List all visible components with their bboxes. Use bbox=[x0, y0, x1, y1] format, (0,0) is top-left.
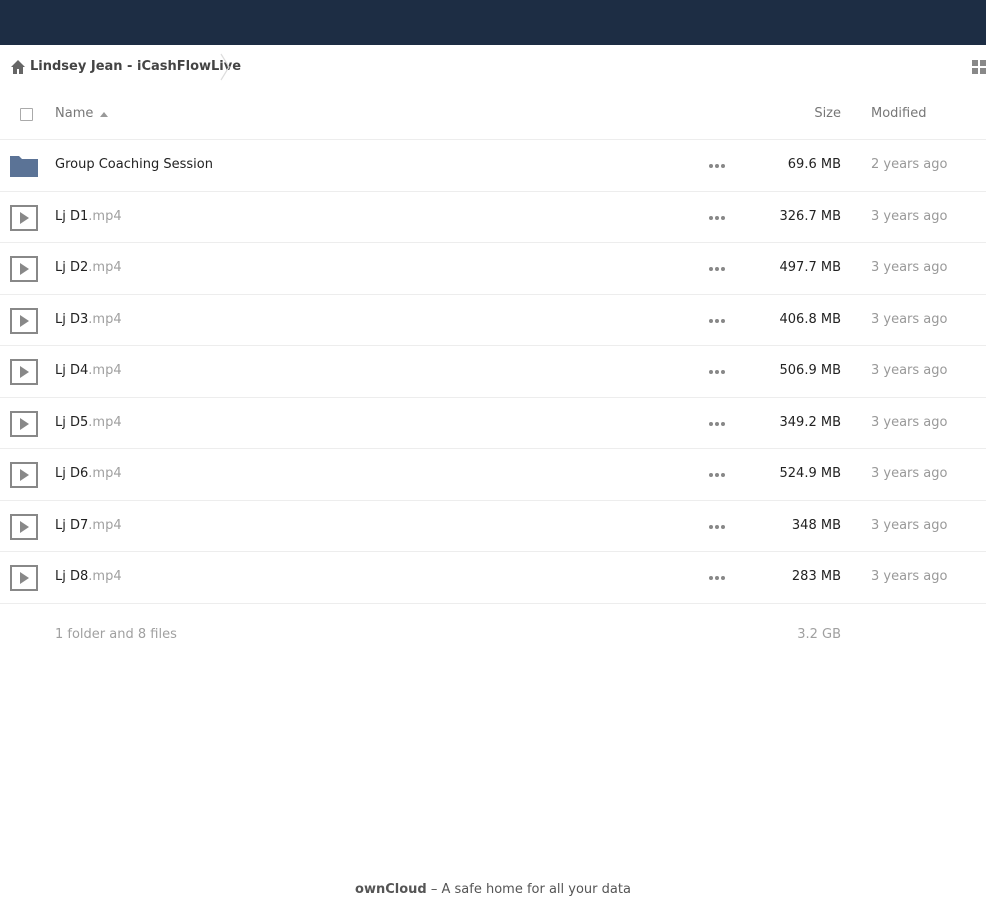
file-size: 348 MB bbox=[791, 517, 841, 533]
file-modified: 2 years ago bbox=[871, 157, 948, 172]
more-actions-icon[interactable] bbox=[709, 524, 725, 530]
file-modified: 3 years ago bbox=[871, 311, 948, 327]
file-row[interactable]: Lj D5.mp4 349.2 MB 3 years ago bbox=[0, 398, 986, 449]
file-modified: 3 years ago bbox=[871, 208, 948, 224]
file-name[interactable]: Lj D2.mp4 bbox=[55, 260, 122, 275]
more-actions-icon[interactable] bbox=[709, 369, 725, 375]
file-row[interactable]: Lj D4.mp4 506.9 MB 3 years ago bbox=[0, 346, 986, 398]
file-row[interactable]: Group Coaching Session 69.6 MB 2 years ago bbox=[0, 140, 986, 192]
more-actions-icon[interactable] bbox=[709, 215, 725, 221]
file-extension: .mp4 bbox=[88, 414, 122, 430]
file-basename: Lj D3 bbox=[55, 311, 89, 327]
file-size: 283 MB bbox=[791, 569, 841, 584]
file-size: 524.9 MB bbox=[779, 466, 841, 481]
file-basename: Group Coaching Session bbox=[55, 157, 213, 172]
top-bar bbox=[0, 0, 986, 45]
file-extension: .mp4 bbox=[88, 208, 122, 224]
summary-total-size: 3.2 GB bbox=[797, 627, 841, 642]
file-summary: 1 folder and 8 files 3.2 GB bbox=[0, 620, 986, 650]
file-modified: 3 years ago bbox=[871, 517, 948, 533]
file-row[interactable]: Lj D1.mp4 326.7 MB 3 years ago bbox=[0, 192, 986, 243]
file-list-header: Name Size Modified bbox=[0, 89, 986, 140]
file-basename: Lj D1 bbox=[55, 208, 89, 224]
file-basename: Lj D7 bbox=[55, 517, 89, 533]
file-modified: 3 years ago bbox=[871, 466, 948, 481]
folder-icon bbox=[10, 156, 38, 177]
video-icon bbox=[10, 565, 38, 591]
file-modified: 3 years ago bbox=[871, 363, 948, 378]
file-size: 349.2 MB bbox=[779, 414, 841, 430]
file-extension: .mp4 bbox=[88, 466, 122, 481]
file-size: 69.6 MB bbox=[787, 157, 841, 172]
footer-brand-link[interactable]: ownCloud bbox=[355, 882, 427, 897]
select-all-checkbox[interactable] bbox=[20, 108, 33, 121]
file-name[interactable]: Group Coaching Session bbox=[55, 157, 213, 172]
more-actions-icon[interactable] bbox=[709, 421, 725, 427]
file-name[interactable]: Lj D3.mp4 bbox=[55, 312, 122, 327]
file-basename: Lj D5 bbox=[55, 414, 89, 430]
file-size: 497.7 MB bbox=[779, 260, 841, 275]
file-name[interactable]: Lj D5.mp4 bbox=[55, 415, 122, 430]
column-header-name[interactable]: Name bbox=[55, 106, 93, 121]
file-name[interactable]: Lj D1.mp4 bbox=[55, 209, 122, 224]
file-row[interactable]: Lj D3.mp4 406.8 MB 3 years ago bbox=[0, 295, 986, 346]
file-name[interactable]: Lj D4.mp4 bbox=[55, 363, 122, 378]
video-icon bbox=[10, 359, 38, 385]
file-basename: Lj D8 bbox=[55, 569, 89, 584]
more-actions-icon[interactable] bbox=[709, 318, 725, 324]
file-extension: .mp4 bbox=[88, 311, 122, 327]
column-header-modified[interactable]: Modified bbox=[871, 106, 926, 121]
file-size: 506.9 MB bbox=[779, 363, 841, 378]
file-modified: 3 years ago bbox=[871, 569, 948, 584]
more-actions-icon[interactable] bbox=[709, 266, 725, 272]
footer-tagline: – A safe home for all your data bbox=[426, 882, 631, 897]
video-icon bbox=[10, 410, 38, 437]
file-modified: 3 years ago bbox=[871, 414, 948, 430]
more-actions-icon[interactable] bbox=[709, 472, 725, 478]
breadcrumb-current[interactable]: Lindsey Jean - iCashFlowLive bbox=[30, 59, 241, 74]
file-list: Group Coaching Session 69.6 MB 2 years ago… bbox=[0, 140, 986, 604]
video-icon bbox=[10, 307, 38, 334]
video-icon bbox=[10, 462, 38, 488]
file-size: 406.8 MB bbox=[779, 311, 841, 327]
video-icon bbox=[10, 204, 38, 231]
sort-ascending-icon[interactable] bbox=[100, 112, 108, 117]
video-icon bbox=[10, 513, 38, 540]
file-basename: Lj D4 bbox=[55, 363, 89, 378]
file-row[interactable]: Lj D7.mp4 348 MB 3 years ago bbox=[0, 501, 986, 552]
summary-count: 1 folder and 8 files bbox=[55, 627, 177, 642]
video-icon bbox=[10, 256, 38, 282]
file-name[interactable]: Lj D6.mp4 bbox=[55, 466, 122, 481]
file-row[interactable]: Lj D2.mp4 497.7 MB 3 years ago bbox=[0, 243, 986, 295]
file-extension: .mp4 bbox=[88, 260, 122, 275]
file-size: 326.7 MB bbox=[779, 208, 841, 224]
home-icon[interactable] bbox=[10, 59, 26, 75]
grid-view-icon[interactable] bbox=[972, 60, 986, 74]
column-header-size[interactable]: Size bbox=[814, 106, 841, 121]
file-basename: Lj D6 bbox=[55, 466, 89, 481]
footer: ownCloud – A safe home for all your data bbox=[0, 882, 986, 897]
file-extension: .mp4 bbox=[88, 517, 122, 533]
breadcrumb: Lindsey Jean - iCashFlowLive bbox=[0, 45, 986, 89]
file-modified: 3 years ago bbox=[871, 260, 948, 275]
file-row[interactable]: Lj D6.mp4 524.9 MB 3 years ago bbox=[0, 449, 986, 501]
file-basename: Lj D2 bbox=[55, 260, 89, 275]
more-actions-icon[interactable] bbox=[709, 575, 725, 581]
file-name[interactable]: Lj D7.mp4 bbox=[55, 518, 122, 533]
file-row[interactable]: Lj D8.mp4 283 MB 3 years ago bbox=[0, 552, 986, 604]
more-actions-icon[interactable] bbox=[709, 163, 725, 169]
breadcrumb-separator-icon bbox=[220, 53, 230, 81]
file-name[interactable]: Lj D8.mp4 bbox=[55, 569, 122, 584]
file-extension: .mp4 bbox=[88, 363, 122, 378]
file-extension: .mp4 bbox=[88, 569, 122, 584]
